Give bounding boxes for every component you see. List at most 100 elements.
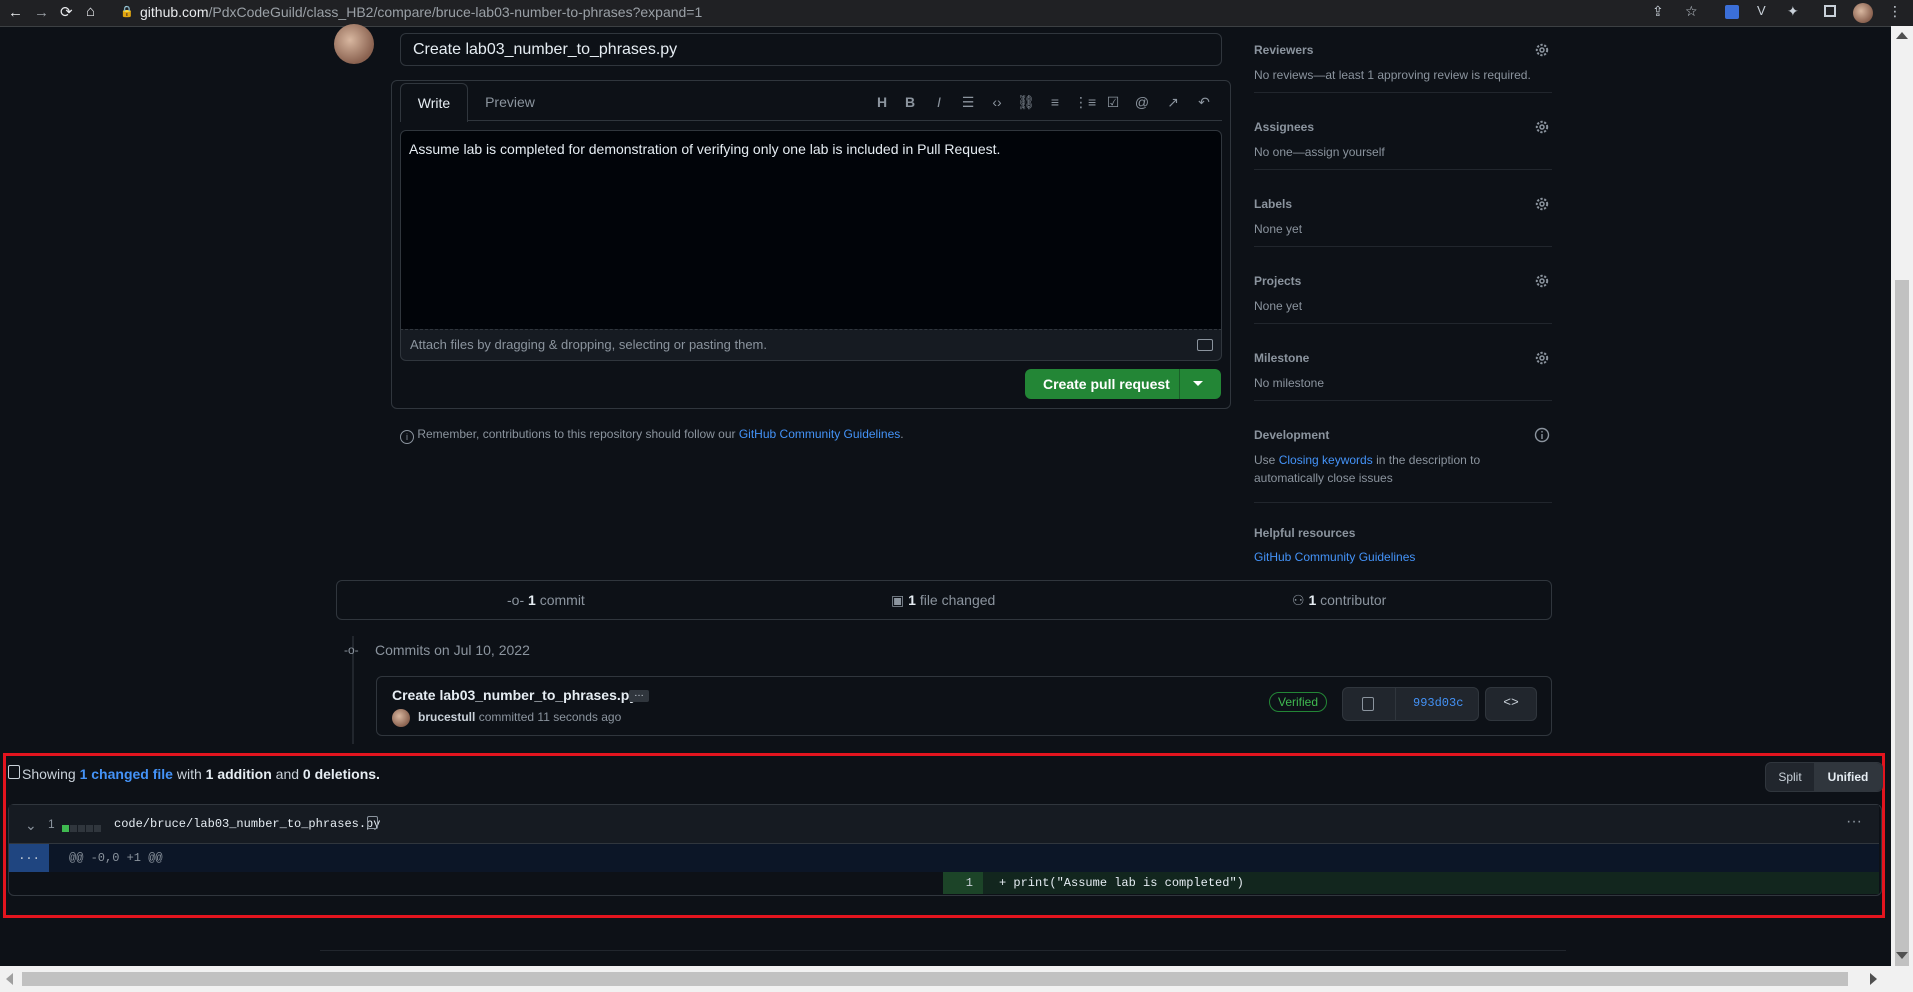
changed-files-link[interactable]: 1 changed file (80, 766, 173, 782)
italic-icon[interactable]: I (929, 92, 949, 112)
extension-shield-icon[interactable] (1725, 5, 1739, 19)
gear-icon[interactable] (1534, 119, 1550, 135)
heading-icon[interactable]: H (872, 92, 892, 112)
assignees-value[interactable]: No one—assign yourself (1254, 145, 1385, 159)
bookmark-star-icon[interactable]: ☆ (1685, 3, 1698, 20)
link-icon[interactable]: ⛓ (1016, 92, 1036, 112)
scroll-down-icon[interactable] (1896, 952, 1908, 959)
comparison-stats-bar: -o- 1 commit ▣ 1 file changed ⚇ 1 contri… (336, 580, 1552, 620)
lock-icon: 🔒 (120, 6, 134, 18)
development-pre: Use (1254, 453, 1276, 467)
undo-icon[interactable]: ↶ (1194, 92, 1214, 112)
commit-author[interactable]: brucestull (418, 710, 475, 724)
attach-files-bar[interactable]: Attach files by dragging & dropping, sel… (400, 329, 1222, 361)
diff-view-toggle: Split Unified (1765, 762, 1883, 792)
showing-with: with (176, 766, 202, 782)
scroll-right-icon[interactable] (1870, 973, 1877, 985)
tab-preview[interactable]: Preview (470, 83, 550, 121)
sidebar-panel-icon[interactable] (1824, 5, 1836, 17)
vertical-scrollbar[interactable] (1891, 26, 1913, 980)
numbered-list-icon[interactable]: ⋮≡ (1074, 92, 1096, 112)
split-view-button[interactable]: Split (1766, 763, 1814, 791)
reload-icon[interactable]: ⟳ (60, 3, 73, 21)
bulleted-list-icon[interactable]: ≡ (1045, 92, 1065, 112)
sidebar-reviewers: Reviewers No reviews—at least 1 approvin… (1254, 40, 1552, 93)
closing-keywords-link[interactable]: Closing keywords (1279, 453, 1373, 467)
assignees-heading: Assignees (1254, 120, 1315, 134)
stat-contributors-label: contributor (1320, 592, 1387, 608)
author-avatar (334, 24, 374, 64)
copy-sha-button[interactable] (1343, 688, 1396, 720)
gear-icon[interactable] (1534, 273, 1550, 289)
hunk-header-row: ... @@ -0,0 +1 @@ (9, 844, 1879, 872)
mention-icon[interactable]: @ (1132, 92, 1152, 112)
commit-time: 11 seconds ago (537, 710, 622, 724)
info-icon: i (400, 430, 414, 444)
bold-icon[interactable]: B (900, 92, 920, 112)
url-host: github.com (140, 4, 209, 20)
profile-avatar[interactable] (1853, 3, 1873, 23)
stat-commits-count: 1 (528, 592, 536, 608)
commit-sha-link[interactable]: 993d03c (1413, 696, 1463, 710)
expand-hunk-button[interactable]: ... (9, 844, 49, 872)
back-icon[interactable]: ← (8, 4, 23, 21)
puzzle-icon[interactable]: ✦ (1787, 3, 1799, 20)
home-icon[interactable]: ⌂ (86, 3, 95, 20)
sidebar-assignees: Assignees No one—assign yourself (1254, 117, 1552, 170)
gear-icon[interactable] (1534, 350, 1550, 366)
gear-icon[interactable] (1534, 42, 1550, 58)
commit-action: committed (478, 710, 535, 724)
address-bar[interactable]: github.com/PdxCodeGuild/class_HB2/compar… (140, 0, 702, 26)
diff-line-added: 1 + print("Assume lab is completed") (9, 872, 1879, 894)
browser-menu-icon[interactable]: ⋮ (1888, 3, 1902, 20)
labels-value: None yet (1254, 222, 1303, 236)
hunk-header: @@ -0,0 +1 @@ (69, 851, 163, 865)
helpful-guidelines-link[interactable]: GitHub Community Guidelines (1254, 550, 1415, 564)
development-line2: automatically close issues (1254, 471, 1393, 485)
sidebar-milestone: Milestone No milestone (1254, 348, 1552, 401)
unified-view-button[interactable]: Unified (1814, 763, 1882, 791)
commit-sha-group: 993d03c (1342, 687, 1479, 721)
file-path[interactable]: code/bruce/lab03_number_to_phrases.py (114, 817, 380, 831)
tab-write[interactable]: Write (400, 83, 468, 122)
vertical-scroll-thumb[interactable] (1895, 280, 1909, 980)
scroll-up-icon[interactable] (1896, 32, 1908, 39)
create-pull-request-button[interactable]: Create pull request (1025, 369, 1221, 399)
extension-v-icon[interactable]: V (1757, 3, 1766, 18)
reminder-text: Remember, contributions to this reposito… (417, 427, 736, 441)
diffstat-neutral-block (86, 825, 93, 832)
file-header: ⌄ 1 code/bruce/lab03_number_to_phrases.p… (9, 805, 1879, 844)
pr-body-textarea[interactable]: Assume lab is completed for demonstratio… (400, 130, 1222, 330)
commit-title[interactable]: Create lab03_number_to_phrases.py (392, 687, 637, 703)
quote-icon[interactable]: ☰ (958, 92, 978, 112)
code-icon[interactable]: ‹› (987, 92, 1007, 112)
verified-badge[interactable]: Verified (1269, 692, 1328, 712)
kebab-menu-icon[interactable]: ··· (1846, 813, 1862, 831)
additions-count: 1 addition (205, 766, 272, 782)
labels-heading: Labels (1254, 197, 1293, 211)
gear-icon[interactable] (1534, 196, 1550, 212)
line-number[interactable]: 1 (943, 872, 983, 894)
diffstat-neutral-block (94, 825, 101, 832)
task-list-icon[interactable]: ☑ (1103, 92, 1123, 112)
reference-icon[interactable]: ↗ (1163, 92, 1183, 112)
stat-commits[interactable]: -o- 1 commit (507, 592, 585, 608)
development-post: in the description to (1376, 453, 1481, 467)
commit-expand-button[interactable]: … (629, 689, 649, 702)
divider (320, 950, 1566, 951)
chevron-down-icon[interactable] (1193, 381, 1203, 386)
author-avatar[interactable] (392, 709, 410, 727)
diff-summary: Showing 1 changed file with 1 addition a… (22, 766, 380, 782)
browse-files-button[interactable]: <> (1485, 687, 1537, 721)
horizontal-scrollbar[interactable] (0, 966, 1913, 992)
chevron-down-icon[interactable]: ⌄ (25, 817, 37, 834)
horizontal-scroll-thumb[interactable] (22, 972, 1848, 986)
share-icon[interactable]: ⇪ (1652, 3, 1664, 20)
stat-contributors[interactable]: ⚇ 1 contributor (1292, 592, 1386, 609)
pr-title-input[interactable]: Create lab03_number_to_phrases.py (400, 33, 1222, 66)
stat-files[interactable]: ▣ 1 file changed (891, 592, 995, 609)
forward-icon[interactable]: → (34, 4, 49, 21)
community-guidelines-link[interactable]: GitHub Community Guidelines (739, 427, 900, 441)
scroll-left-icon[interactable] (6, 973, 13, 985)
copy-icon[interactable] (367, 816, 378, 829)
